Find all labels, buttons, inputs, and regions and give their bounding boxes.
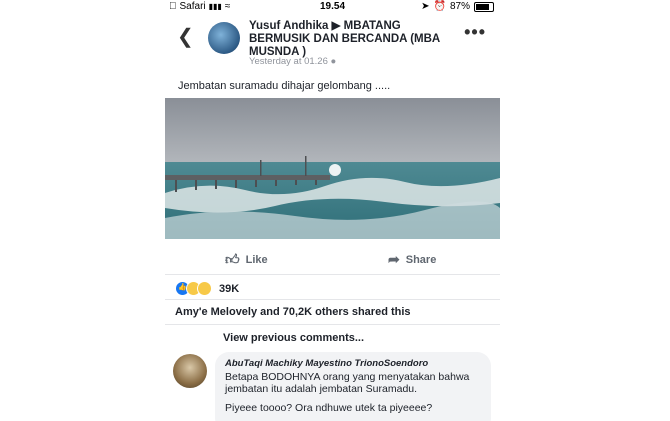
video-frame: [165, 98, 500, 239]
globe-icon: ●: [330, 56, 337, 67]
share-arrow-icon: ➦: [388, 251, 400, 267]
author-avatar[interactable]: [208, 22, 240, 54]
post-author[interactable]: Yusuf Andhika ▶ MBATANG BERMUSIK DAN BER…: [249, 20, 459, 59]
post-time-text: Yesterday at 01.26: [249, 56, 328, 67]
comment-text: Betapa BODOHNYA orang yang menyatakan ba…: [225, 371, 487, 421]
post-header: ❮ Yusuf Andhika ▶ MBATANG BERMUSIK DAN B…: [165, 14, 500, 70]
comment-author[interactable]: AbuTaqi Machiky Mayestino TrionoSoendoro: [225, 358, 428, 369]
like-button[interactable]: 👍︎ Like: [225, 251, 268, 268]
comment-bubble: AbuTaqi Machiky Mayestino TrionoSoendoro…: [215, 352, 491, 421]
location-icon: ➤: [421, 1, 430, 12]
status-bar-right: ➤ ⏰ 87%: [421, 1, 494, 12]
sad-reaction-icon: [197, 281, 212, 296]
phone-screen:  Safari ▮▮▮ ≈ 19.54 ➤ ⏰ 87% ❮ Yusuf And…: [165, 0, 500, 421]
commenter-avatar[interactable]: [173, 354, 207, 388]
shared-summary[interactable]: Amy'e Melovely and 70,2K others shared t…: [175, 306, 411, 318]
more-dots-icon[interactable]: •••: [464, 22, 486, 43]
battery-fill: [476, 3, 489, 10]
chevron-left-icon[interactable]: ❮: [177, 24, 194, 49]
share-button[interactable]: ➦ Share: [388, 251, 436, 268]
like-label: Like: [245, 253, 268, 266]
divider: [165, 274, 500, 275]
comment-paragraph: Betapa BODOHNYA orang yang menyatakan ba…: [225, 371, 470, 395]
post-actions: 👍︎ Like ➦ Share: [165, 246, 500, 272]
battery-icon: [474, 1, 494, 12]
comment-paragraph: Piyeee toooo? Ora ndhuwe utek ta piyeeee…: [225, 402, 433, 414]
post-video[interactable]: [165, 98, 500, 239]
divider: [165, 299, 500, 300]
thumbs-up-icon: 👍︎: [225, 251, 240, 267]
share-label: Share: [405, 253, 437, 266]
reaction-summary[interactable]: 39K: [175, 281, 239, 296]
post-caption: Jembatan suramadu dihajar gelombang ....…: [178, 80, 391, 92]
post-timestamp[interactable]: Yesterday at 01.26 ●: [249, 56, 336, 67]
reaction-count: 39K: [219, 282, 240, 295]
battery-percent: 87%: [449, 1, 470, 12]
alarm-icon: ⏰: [433, 1, 446, 12]
view-previous-comments[interactable]: View previous comments...: [223, 332, 364, 344]
divider: [165, 324, 500, 325]
reaction-icons: [175, 281, 212, 296]
status-bar:  Safari ▮▮▮ ≈ 19.54 ➤ ⏰ 87%: [165, 0, 500, 14]
